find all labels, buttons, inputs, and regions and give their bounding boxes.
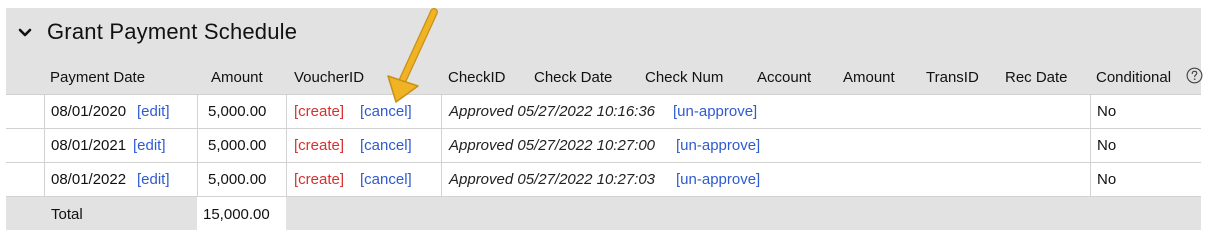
cancel-voucher-link[interactable]: [cancel] bbox=[360, 137, 412, 155]
edit-link[interactable]: [edit] bbox=[133, 137, 166, 155]
header-amount: Amount bbox=[211, 69, 263, 86]
row-divider bbox=[6, 162, 1201, 163]
header-conditional: Conditional bbox=[1096, 69, 1172, 86]
column-divider bbox=[1090, 95, 1091, 197]
amount-cell: 5,000.00 bbox=[208, 103, 267, 120]
edit-link[interactable]: [edit] bbox=[137, 103, 170, 121]
column-divider bbox=[441, 95, 442, 197]
amount-cell: 5,000.00 bbox=[208, 171, 267, 188]
edit-link[interactable]: [edit] bbox=[137, 171, 170, 189]
row-divider bbox=[6, 128, 1201, 129]
create-voucher-link[interactable]: [create] bbox=[294, 103, 344, 121]
header-trans-id: TransID bbox=[926, 69, 979, 86]
unapprove-link[interactable]: [un-approve] bbox=[673, 103, 757, 121]
header-check-date: Check Date bbox=[534, 69, 613, 86]
create-voucher-link[interactable]: [create] bbox=[294, 171, 344, 189]
unapprove-link[interactable]: [un-approve] bbox=[676, 171, 760, 189]
chevron-down-icon[interactable] bbox=[18, 26, 32, 40]
column-divider bbox=[44, 95, 45, 197]
header-rec-date: Rec Date bbox=[1005, 69, 1068, 86]
header-voucher-id: VoucherID bbox=[294, 69, 365, 86]
approval-status: Approved 05/27/2022 10:16:36 bbox=[449, 103, 656, 120]
unapprove-link[interactable]: [un-approve] bbox=[676, 137, 760, 155]
conditional-cell: No bbox=[1097, 171, 1117, 188]
payment-date-cell: 08/01/2021 bbox=[51, 137, 127, 154]
conditional-cell: No bbox=[1097, 137, 1117, 154]
panel-title: Grant Payment Schedule bbox=[47, 19, 298, 44]
header-account: Account bbox=[757, 69, 812, 86]
cancel-voucher-link[interactable]: [cancel] bbox=[360, 171, 412, 189]
row-divider bbox=[6, 196, 1201, 197]
header-amount-2: Amount bbox=[843, 69, 895, 86]
amount-cell: 5,000.00 bbox=[208, 137, 267, 154]
payment-date-cell: 08/01/2022 bbox=[51, 171, 127, 188]
payment-date-cell: 08/01/2020 bbox=[51, 103, 127, 120]
conditional-cell: No bbox=[1097, 103, 1117, 120]
create-voucher-link[interactable]: [create] bbox=[294, 137, 344, 155]
panel-header[interactable]: Grant Payment Schedule bbox=[6, 8, 1201, 60]
question-circle-icon[interactable] bbox=[1186, 67, 1203, 84]
total-label: Total bbox=[51, 206, 83, 223]
header-check-id: CheckID bbox=[448, 69, 506, 86]
column-divider bbox=[286, 95, 287, 197]
column-divider bbox=[197, 95, 198, 197]
approval-status: Approved 05/27/2022 10:27:00 bbox=[449, 137, 656, 154]
approval-status: Approved 05/27/2022 10:27:03 bbox=[449, 171, 656, 188]
header-payment-date: Payment Date bbox=[50, 69, 146, 86]
annotation-arrow-icon bbox=[387, 8, 438, 103]
total-value: 15,000.00 bbox=[203, 206, 270, 223]
header-check-num: Check Num bbox=[645, 69, 724, 86]
